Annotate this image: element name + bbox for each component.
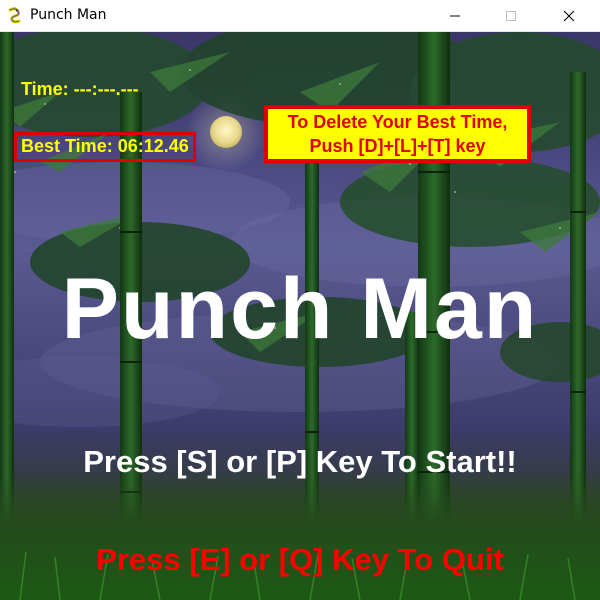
delete-best-time-notice: To Delete Your Best Time, Push [D]+[L]+[… bbox=[264, 105, 531, 163]
notice-line-1: To Delete Your Best Time, bbox=[287, 112, 508, 132]
title-bar[interactable]: Punch Man bbox=[0, 0, 600, 32]
window-title: Punch Man bbox=[30, 7, 107, 23]
best-time-label: Best Time: 06:12.46 bbox=[14, 132, 196, 162]
minimize-button[interactable] bbox=[432, 0, 478, 32]
game-title: Punch Man bbox=[61, 261, 539, 357]
start-prompt: Press [S] or [P] Key To Start!! bbox=[83, 444, 517, 479]
close-icon bbox=[563, 10, 575, 22]
close-button[interactable] bbox=[546, 0, 592, 32]
maximize-icon bbox=[506, 11, 516, 21]
game-window: Punch Man Time: ---:---.--- Best Time: 0… bbox=[0, 0, 600, 600]
pygame-snake-icon bbox=[8, 7, 21, 24]
game-canvas[interactable]: Time: ---:---.--- Best Time: 06:12.46 To… bbox=[0, 32, 600, 600]
notice-line-2: Push [D]+[L]+[T] key bbox=[309, 136, 486, 156]
quit-prompt: Press [E] or [Q] Key To Quit bbox=[96, 542, 504, 577]
current-time-label: Time: ---:---.--- bbox=[21, 79, 139, 99]
maximize-button[interactable] bbox=[488, 0, 534, 32]
moon bbox=[210, 116, 242, 148]
minimize-icon bbox=[450, 15, 460, 17]
